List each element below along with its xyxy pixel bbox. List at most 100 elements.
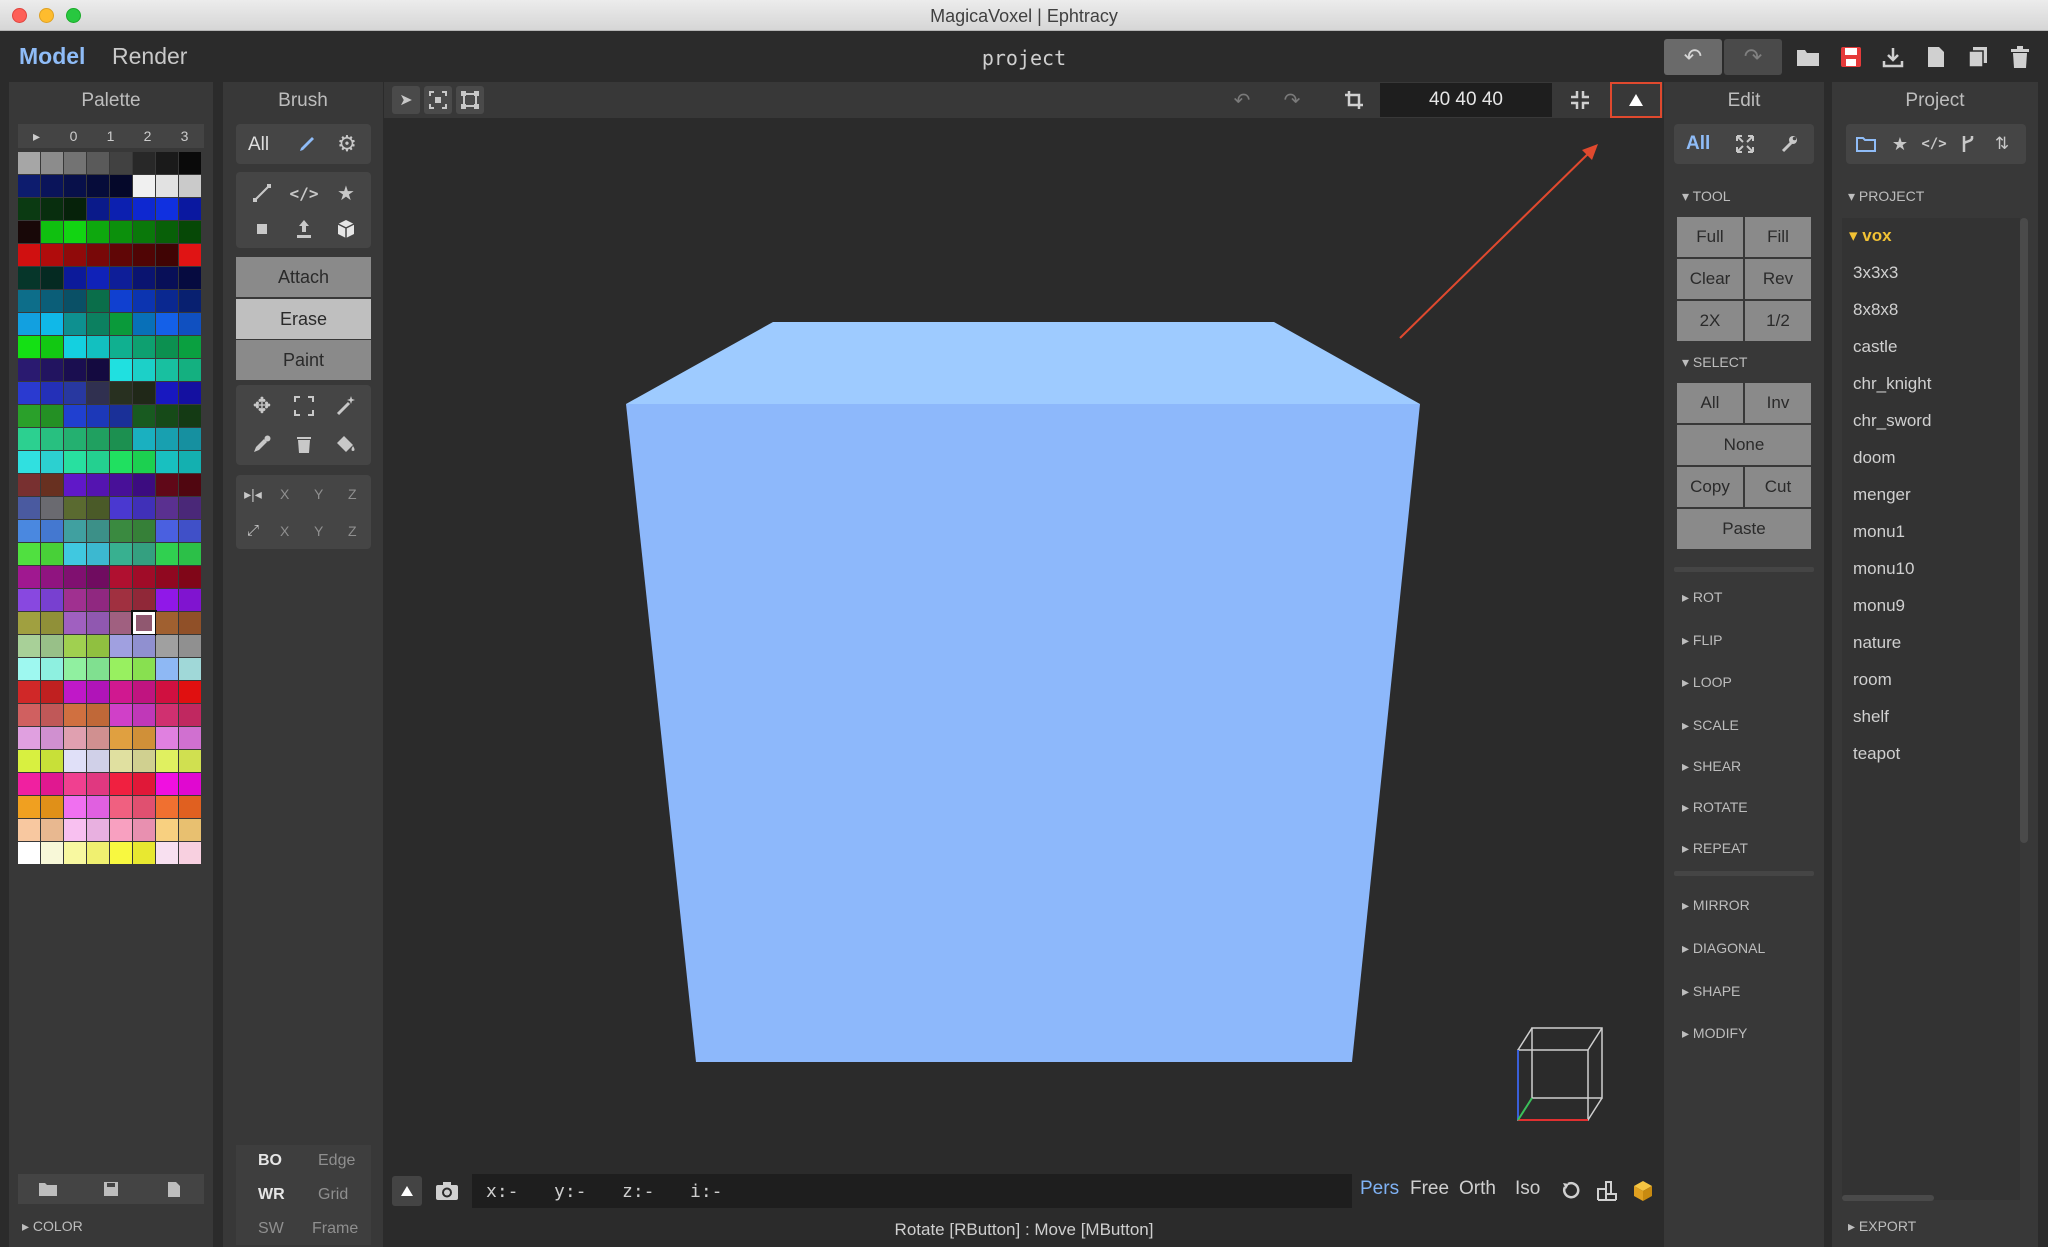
attach-mode-button[interactable]: Attach [236, 257, 371, 297]
list-item[interactable]: room [1853, 670, 1892, 690]
palette-swatch[interactable] [18, 658, 40, 680]
palette-swatch[interactable] [133, 681, 155, 703]
palette-swatch[interactable] [110, 543, 132, 565]
palette-swatch[interactable] [64, 175, 86, 197]
palette-swatch[interactable] [18, 566, 40, 588]
palette-swatch[interactable] [87, 704, 109, 726]
cut-button[interactable]: Cut [1745, 467, 1811, 507]
list-item[interactable]: doom [1853, 448, 1896, 468]
palette-swatch[interactable] [64, 221, 86, 243]
palette-swatch[interactable] [41, 681, 63, 703]
camera-snapshot-icon[interactable] [432, 1176, 462, 1206]
palette-swatch[interactable] [110, 704, 132, 726]
palette-swatch[interactable] [64, 635, 86, 657]
palette-swatch[interactable] [156, 428, 178, 450]
palette-swatch[interactable] [179, 497, 201, 519]
open-folder-icon[interactable] [1788, 39, 1828, 75]
palette-swatch[interactable] [18, 750, 40, 772]
palette-swatch[interactable] [133, 313, 155, 335]
edit-all-toggle[interactable]: All [1686, 133, 1710, 155]
orientation-gizmo[interactable] [1517, 1027, 1603, 1121]
palette-swatch[interactable] [41, 658, 63, 680]
palette-swatch[interactable] [156, 819, 178, 841]
palette-swatch[interactable] [133, 658, 155, 680]
palette-swatch[interactable] [133, 704, 155, 726]
palette-swatch[interactable] [133, 405, 155, 427]
palette-swatch[interactable] [87, 359, 109, 381]
tool-fill-button[interactable]: Fill [1745, 217, 1811, 257]
palette-tab-2[interactable]: 1 [92, 124, 129, 148]
palette-swatch[interactable] [156, 267, 178, 289]
palette-swatch[interactable] [156, 359, 178, 381]
magic-wand-icon[interactable] [326, 391, 366, 421]
palette-swatch[interactable] [41, 543, 63, 565]
palette-swatch[interactable] [156, 497, 178, 519]
palette-swatch[interactable] [133, 727, 155, 749]
palette-swatch[interactable] [41, 612, 63, 634]
palette-swatch[interactable] [87, 796, 109, 818]
palette-swatch[interactable] [179, 405, 201, 427]
palette-swatch[interactable] [18, 474, 40, 496]
palette-swatch[interactable] [179, 612, 201, 634]
palette-swatch[interactable] [64, 336, 86, 358]
palette-swatch[interactable] [18, 152, 40, 174]
mirror-y-toggle[interactable]: Y [314, 486, 323, 502]
palette-swatch[interactable] [179, 773, 201, 795]
palette-swatch[interactable] [179, 267, 201, 289]
palette-swatch[interactable] [87, 589, 109, 611]
palette-swatch[interactable] [133, 336, 155, 358]
palette-swatch[interactable] [156, 796, 178, 818]
tool-2x-button[interactable]: 2X [1677, 301, 1743, 341]
axis-lock-icon[interactable]: ⤢ [240, 517, 266, 543]
palette-swatch[interactable] [133, 451, 155, 473]
palette-swatch[interactable] [18, 451, 40, 473]
palette-swatch[interactable] [64, 405, 86, 427]
palette-swatch[interactable] [87, 658, 109, 680]
palette-swatch[interactable] [18, 842, 40, 864]
erase-mode-button[interactable]: Erase [236, 299, 371, 339]
scale-section-toggle[interactable]: ▸ SCALE [1682, 717, 1739, 734]
palette-swatch[interactable] [18, 497, 40, 519]
mirror-axis-icon[interactable]: ▸|◂ [240, 481, 266, 507]
palette-swatch[interactable] [18, 336, 40, 358]
palette-swatch[interactable] [64, 681, 86, 703]
palette-swatch[interactable] [110, 267, 132, 289]
palette-swatch[interactable] [87, 750, 109, 772]
palette-swatch[interactable] [179, 359, 201, 381]
view-orth-button[interactable]: Orth [1459, 1178, 1496, 1200]
list-item[interactable]: 3x3x3 [1853, 263, 1898, 283]
modify-section-toggle[interactable]: ▸ MODIFY [1682, 1025, 1747, 1042]
palette-swatch[interactable] [87, 635, 109, 657]
palette-swatch[interactable] [179, 750, 201, 772]
palette-swatch[interactable] [133, 474, 155, 496]
list-item[interactable]: chr_knight [1853, 374, 1931, 394]
palette-swatch[interactable] [156, 727, 178, 749]
palette-swatch[interactable] [156, 842, 178, 864]
palette-swatch[interactable] [41, 497, 63, 519]
select-inv-button[interactable]: Inv [1745, 383, 1811, 423]
wr-toggle[interactable]: WR [258, 1186, 285, 1204]
palette-swatch[interactable] [133, 221, 155, 243]
palette-swatch[interactable] [179, 474, 201, 496]
palette-swatch[interactable] [41, 773, 63, 795]
palette-swatch[interactable] [179, 198, 201, 220]
palette-swatch[interactable] [64, 819, 86, 841]
palette-swatch[interactable] [110, 336, 132, 358]
palette-swatch[interactable] [41, 566, 63, 588]
palette-swatch[interactable] [87, 244, 109, 266]
new-file-icon[interactable] [1916, 39, 1956, 75]
tool-half-button[interactable]: 1/2 [1745, 301, 1811, 341]
palette-swatch[interactable] [156, 566, 178, 588]
view-iso-button[interactable]: Iso [1515, 1178, 1540, 1200]
palette-swatch[interactable] [133, 566, 155, 588]
palette-swatch[interactable] [64, 497, 86, 519]
palette-swatch[interactable] [41, 290, 63, 312]
palette-swatch[interactable] [179, 543, 201, 565]
palette-swatch[interactable] [133, 520, 155, 542]
palette-swatch[interactable] [18, 313, 40, 335]
palette-swatch[interactable] [179, 842, 201, 864]
palette-swatch[interactable] [110, 681, 132, 703]
palette-swatch[interactable] [133, 382, 155, 404]
palette-swatch[interactable] [133, 198, 155, 220]
project-code-icon[interactable]: </> [1918, 130, 1950, 158]
